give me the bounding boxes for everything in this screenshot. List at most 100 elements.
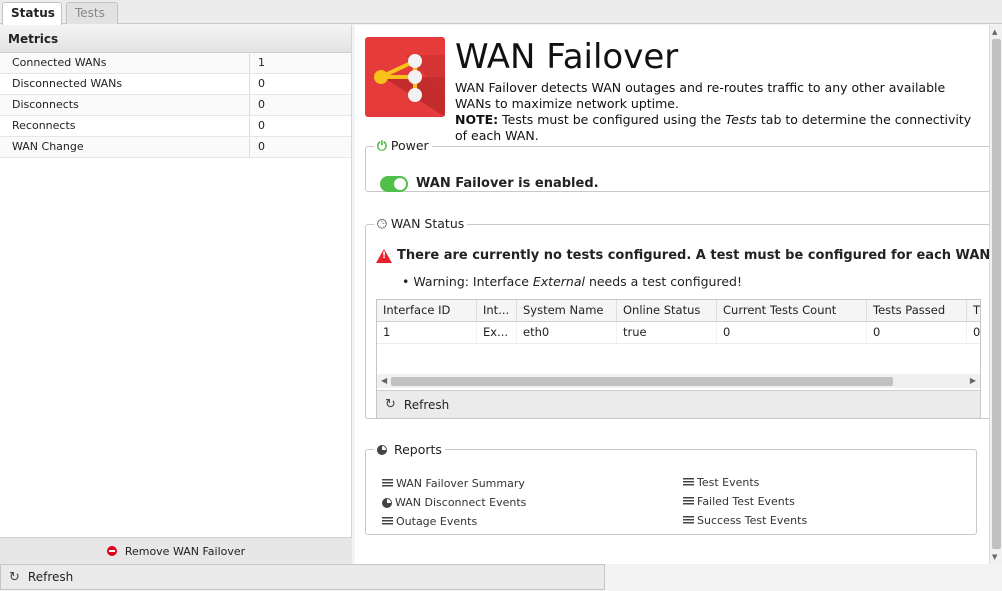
column-header[interactable]: Online Status [617, 300, 717, 321]
table-cell: 1 [377, 322, 477, 343]
metric-value: 0 [258, 77, 265, 90]
table-cell: 0 [967, 322, 980, 343]
wan-failover-logo [365, 37, 445, 117]
report-link-label: Outage Events [396, 515, 478, 528]
refresh-button[interactable]: ↻ Refresh [0, 564, 605, 590]
reports-section: Reports WAN Failover Summary WAN Disconn… [365, 442, 977, 535]
report-link-label: Failed Test Events [697, 495, 795, 508]
metrics-header: Metrics [0, 25, 351, 53]
list-icon [683, 497, 694, 506]
metric-name: Reconnects [0, 116, 250, 136]
metric-value: 0 [258, 119, 265, 132]
scroll-thumb[interactable] [391, 377, 893, 386]
note-tab-reference: Tests [725, 112, 757, 127]
remove-circle-icon [106, 546, 117, 556]
scroll-thumb[interactable] [992, 39, 1001, 549]
note-label: NOTE: [455, 112, 499, 127]
column-header[interactable]: System Name [517, 300, 617, 321]
metrics-row[interactable]: Reconnects 0 [0, 116, 351, 137]
column-header[interactable]: Int... [477, 300, 517, 321]
grid-refresh-label: Refresh [403, 397, 450, 412]
pie-chart-icon [377, 445, 387, 455]
reports-legend-label: Reports [393, 442, 442, 457]
power-icon: ⏻ [377, 138, 387, 153]
metrics-table: Connected WANs 1 Disconnected WANs 0 Dis… [0, 53, 351, 158]
note-text: Tests must be configured using the [498, 112, 726, 127]
metric-value: 1 [258, 56, 265, 69]
table-row[interactable]: 1 Ex... eth0 true 0 0 0 [377, 322, 980, 344]
vertical-scrollbar[interactable]: ▲ ▼ [989, 25, 1002, 564]
tab-tests[interactable]: Tests [66, 2, 118, 24]
power-status: WAN Failover is enabled. [416, 176, 599, 191]
refresh-icon: ↻ [9, 569, 20, 585]
column-header[interactable]: Tests Passed [867, 300, 967, 321]
metrics-row[interactable]: Connected WANs 1 [0, 53, 351, 74]
list-icon [382, 479, 393, 488]
report-link-label: Success Test Events [697, 514, 808, 527]
warning-item-text: Warning: Interface [413, 274, 533, 289]
report-link[interactable]: Outage Events [382, 515, 477, 528]
grid-horizontal-scrollbar[interactable]: ◀ ▶ [377, 374, 980, 388]
scroll-up-icon[interactable]: ▲ [992, 28, 997, 36]
scroll-down-icon[interactable]: ▼ [992, 553, 997, 561]
table-cell: Ex... [477, 322, 517, 343]
report-link-label: WAN Disconnect Events [395, 496, 527, 509]
app-window: Status Tests Metrics Connected WANs 1 Di… [0, 0, 1002, 591]
wan-status-legend: 🕒︎ WAN Status [374, 216, 467, 232]
metric-name: Connected WANs [0, 53, 250, 73]
wan-status-section: 🕒︎ WAN Status ! There are currently no t… [365, 216, 1002, 419]
power-section: ⏻ Power WAN Failover is enabled. [365, 138, 1002, 192]
warning-list-item: • Warning: Interface External needs a te… [402, 274, 742, 289]
metric-value: 0 [258, 98, 265, 111]
table-cell: true [617, 322, 717, 343]
warning-text: There are currently no tests configured.… [397, 248, 996, 263]
metric-name: Disconnects [0, 95, 250, 115]
column-header[interactable]: T [967, 300, 980, 321]
report-link[interactable]: Success Test Events [683, 514, 807, 527]
clock-icon: 🕒︎ [377, 216, 387, 231]
app-description: WAN Failover detects WAN outages and re-… [455, 80, 985, 144]
metric-name: WAN Change [0, 137, 250, 157]
report-link[interactable]: WAN Failover Summary [382, 477, 525, 490]
power-legend: ⏻ Power [374, 138, 432, 154]
report-link-label: Test Events [697, 476, 760, 489]
remove-app-button[interactable]: Remove WAN Failover [0, 537, 352, 564]
report-link[interactable]: Failed Test Events [683, 495, 795, 508]
app-detail-panel: WAN Failover WAN Failover detects WAN ou… [355, 25, 1002, 564]
grid-refresh-button[interactable]: ↻ Refresh [377, 390, 980, 418]
metrics-panel: Metrics Connected WANs 1 Disconnected WA… [0, 25, 352, 537]
list-icon [382, 517, 393, 526]
grid-header: Interface ID Int... System Name Online S… [377, 300, 980, 322]
list-icon [683, 478, 694, 487]
metrics-row[interactable]: WAN Change 0 [0, 137, 351, 158]
table-cell: 0 [867, 322, 967, 343]
metric-name: Disconnected WANs [0, 74, 250, 94]
page-title: WAN Failover [455, 37, 679, 77]
wan-status-legend-label: WAN Status [390, 216, 465, 231]
metrics-row[interactable]: Disconnects 0 [0, 95, 351, 116]
metrics-row[interactable]: Disconnected WANs 0 [0, 74, 351, 95]
table-cell: eth0 [517, 322, 617, 343]
column-header[interactable]: Interface ID [377, 300, 477, 321]
description-text: WAN Failover detects WAN outages and re-… [455, 80, 946, 111]
refresh-icon: ↻ [385, 397, 396, 412]
scroll-right-icon[interactable]: ▶ [970, 376, 976, 385]
report-link[interactable]: Test Events [683, 476, 759, 489]
refresh-label: Refresh [27, 570, 74, 584]
scroll-left-icon[interactable]: ◀ [381, 376, 387, 385]
table-cell: 0 [717, 322, 867, 343]
wan-status-grid: Interface ID Int... System Name Online S… [376, 299, 981, 419]
tab-status[interactable]: Status [2, 2, 62, 25]
column-header[interactable]: Current Tests Count [717, 300, 867, 321]
warning-item-interface: External [532, 274, 585, 289]
remove-app-label: Remove WAN Failover [124, 544, 246, 558]
tab-bar: Status Tests [0, 0, 1002, 25]
power-toggle[interactable] [380, 176, 408, 192]
report-link[interactable]: WAN Disconnect Events [382, 496, 526, 509]
pie-chart-icon [382, 497, 392, 508]
warning-item-text-end: needs a test configured! [584, 274, 742, 289]
metric-value: 0 [258, 140, 265, 153]
list-icon [683, 516, 694, 525]
report-link-label: WAN Failover Summary [396, 477, 525, 490]
warning-icon: ! [376, 248, 392, 263]
